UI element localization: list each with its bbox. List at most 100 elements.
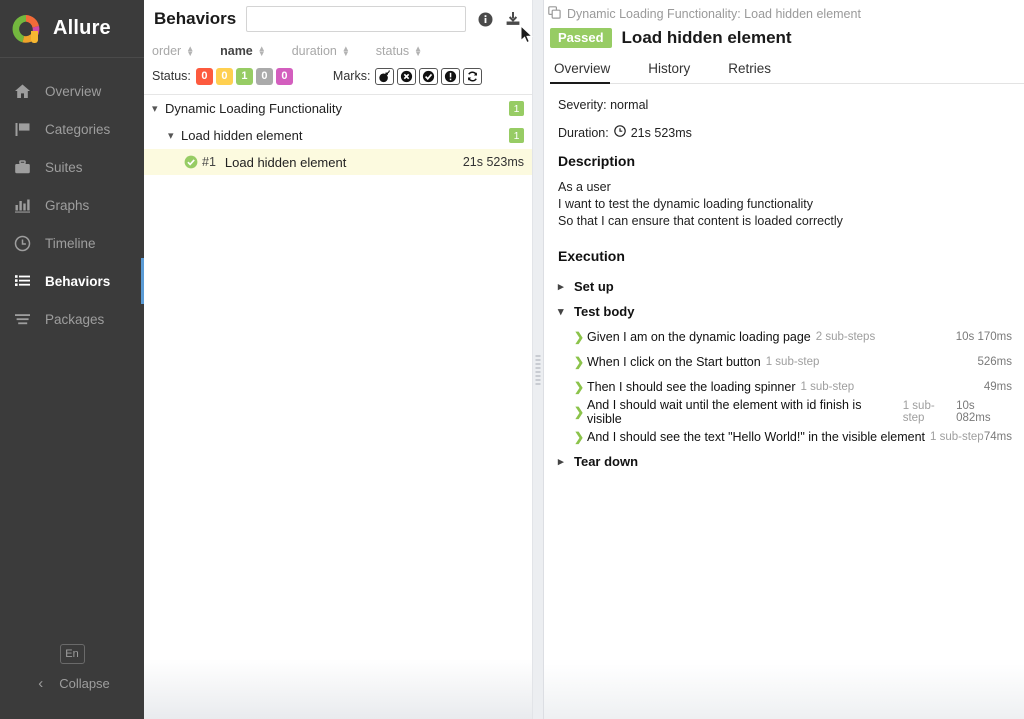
page-title: Load hidden element [621, 28, 792, 47]
execution-group-tear-down[interactable]: ▸ Tear down [558, 449, 1012, 474]
retry-icon[interactable] [463, 67, 483, 85]
bar-chart-icon [13, 196, 31, 214]
step-duration: 10s 082ms [956, 399, 991, 424]
breadcrumb-text: Dynamic Loading Functionality: Load hidd… [567, 7, 861, 21]
check-circle-icon [184, 155, 202, 169]
sort-label: status [375, 43, 410, 58]
language-button[interactable]: En [59, 644, 85, 664]
status-chips: 0 0 1 0 0 [195, 67, 293, 85]
marks-filter-label: Marks: [332, 69, 371, 83]
panel-splitter[interactable] [520, 0, 544, 719]
collapse-label: Collapse [59, 676, 110, 691]
step-duration: 49ms [983, 380, 1012, 393]
chevron-right-icon: ❯ [574, 354, 585, 369]
info-mark-icon[interactable] [441, 67, 461, 85]
step-row[interactable]: ❯ Given I am on the dynamic loading page… [558, 324, 1012, 349]
splitter-grip-icon [535, 355, 541, 385]
sidebar-item-overview[interactable]: Overview [0, 72, 144, 110]
panel-title: Behaviors [154, 9, 237, 28]
step-substeps: 1 sub-step [902, 399, 935, 424]
step-substeps: 1 sub-step [930, 430, 984, 443]
status-chip-passed[interactable]: 1 [235, 67, 253, 85]
list-icon [13, 272, 31, 290]
step-row[interactable]: ❯ And I should see the text "Hello World… [558, 424, 1012, 449]
sort-status[interactable]: status ▲ ▼ [376, 44, 422, 58]
status-chip-unknown[interactable]: 0 [275, 67, 293, 85]
execution-heading: Execution [558, 248, 625, 264]
status-chip-broken[interactable]: 0 [215, 67, 233, 85]
marks-buttons [375, 67, 483, 85]
sidebar-item-label: Timeline [45, 235, 96, 251]
sort-label: order [152, 43, 182, 58]
detail-tabs: Overview History Retries [550, 57, 1024, 84]
chevron-right-icon: ❯ [574, 429, 585, 444]
sidebar-footer: En ‹ Collapse [0, 644, 144, 719]
sort-row: order ▲ ▼ name ▲ ▼ duration ▲ ▼ status ▲ ▼ [152, 41, 532, 60]
brand-logo[interactable]: Allure [0, 0, 144, 58]
status-chip-skipped[interactable]: 0 [255, 67, 273, 85]
group-label: Tear down [574, 454, 639, 469]
chevron-left-icon: ‹ [38, 675, 44, 692]
sort-order[interactable]: order ▲ ▼ [152, 44, 194, 58]
flaky-bomb-icon[interactable] [375, 67, 395, 85]
sort-duration[interactable]: duration ▲ ▼ [292, 44, 350, 58]
count-badge: 1 [509, 128, 524, 143]
home-icon [13, 82, 31, 100]
copy-icon[interactable] [548, 6, 561, 22]
check-circle-icon[interactable] [419, 67, 439, 85]
tab-retries[interactable]: Retries [724, 57, 789, 83]
sidebar-item-packages[interactable]: Packages [0, 300, 144, 338]
chevron-right-icon: ❯ [574, 379, 585, 394]
sidebar-item-graphs[interactable]: Graphs [0, 186, 144, 224]
sidebar-item-categories[interactable]: Categories [0, 110, 144, 148]
panel-bottom-fade [544, 664, 1024, 719]
sidebar-nav: Overview Categories Suites Graphs Timeli… [0, 72, 144, 338]
tree-label: Dynamic Loading Functionality [165, 101, 343, 116]
sort-arrows-icon: ▲ ▼ [257, 43, 266, 58]
sidebar-item-suites[interactable]: Suites [0, 148, 144, 186]
cancel-circle-icon[interactable] [397, 67, 417, 85]
overview-content: Severity: normal Duration: 21s 523ms Des… [544, 84, 1024, 474]
chevron-down-icon[interactable]: ▾ [152, 102, 165, 115]
execution-group-test-body[interactable]: ▾ Test body [558, 299, 1012, 324]
tree-label: Load hidden element [224, 154, 347, 170]
execution-group-set-up[interactable]: ▸ Set up [558, 274, 1012, 299]
chevron-down-icon[interactable]: ▾ [168, 129, 181, 142]
status-badge: Passed [550, 28, 612, 48]
sidebar-item-label: Categories [45, 121, 111, 137]
mouse-cursor [520, 24, 534, 50]
step-row[interactable]: ❯ And I should wait until the element wi… [558, 398, 1012, 426]
sort-arrows-icon: ▲ ▼ [341, 43, 350, 58]
step-text: Given I am on the dynamic loading page [587, 329, 811, 344]
step-text: When I click on the Start button [587, 354, 761, 369]
step-row[interactable]: ❯ Then I should see the loading spinner … [558, 374, 1012, 399]
behaviors-panel: Behaviors order ▲ ▼ name ▲ ▼ duration ▲ … [144, 0, 532, 719]
chevron-right-icon: ❯ [574, 404, 585, 419]
info-circle-icon[interactable] [476, 12, 494, 27]
group-label: Set up [574, 279, 614, 294]
duration-value: 21s 523ms [630, 125, 692, 140]
tree-row[interactable]: ▾ Dynamic Loading Functionality 1 [144, 95, 532, 122]
tab-overview[interactable]: Overview [550, 57, 628, 84]
status-chip-failed[interactable]: 0 [195, 67, 213, 85]
tab-history[interactable]: History [644, 57, 708, 83]
chevron-right-icon: ▸ [558, 456, 564, 468]
sidebar-item-label: Suites [45, 159, 83, 175]
sidebar-item-timeline[interactable]: Timeline [0, 224, 144, 262]
collapse-button[interactable]: ‹ Collapse [34, 676, 110, 691]
allure-report-app: Allure Overview Categories Suites Graphs… [0, 0, 1024, 719]
description-line: As a user [558, 180, 611, 194]
step-row[interactable]: ❯ When I click on the Start button 1 sub… [558, 349, 1012, 374]
tree-row[interactable]: ▾ Load hidden element 1 [144, 122, 532, 149]
sort-name[interactable]: name ▲ ▼ [220, 44, 266, 58]
chevron-down-icon: ▾ [558, 306, 564, 318]
description-line: I want to test the dynamic loading funct… [558, 197, 814, 211]
search-input[interactable] [246, 6, 466, 32]
test-title-row: Passed Load hidden element [544, 22, 1024, 48]
sidebar-item-behaviors[interactable]: Behaviors [0, 258, 144, 304]
flag-icon [13, 120, 31, 138]
step-substeps: 2 sub-steps [815, 330, 876, 343]
tree-row-selected[interactable]: #1 Load hidden element 21s 523ms [144, 149, 532, 175]
clock-icon [13, 234, 31, 252]
step-duration: 526ms [977, 355, 1012, 368]
